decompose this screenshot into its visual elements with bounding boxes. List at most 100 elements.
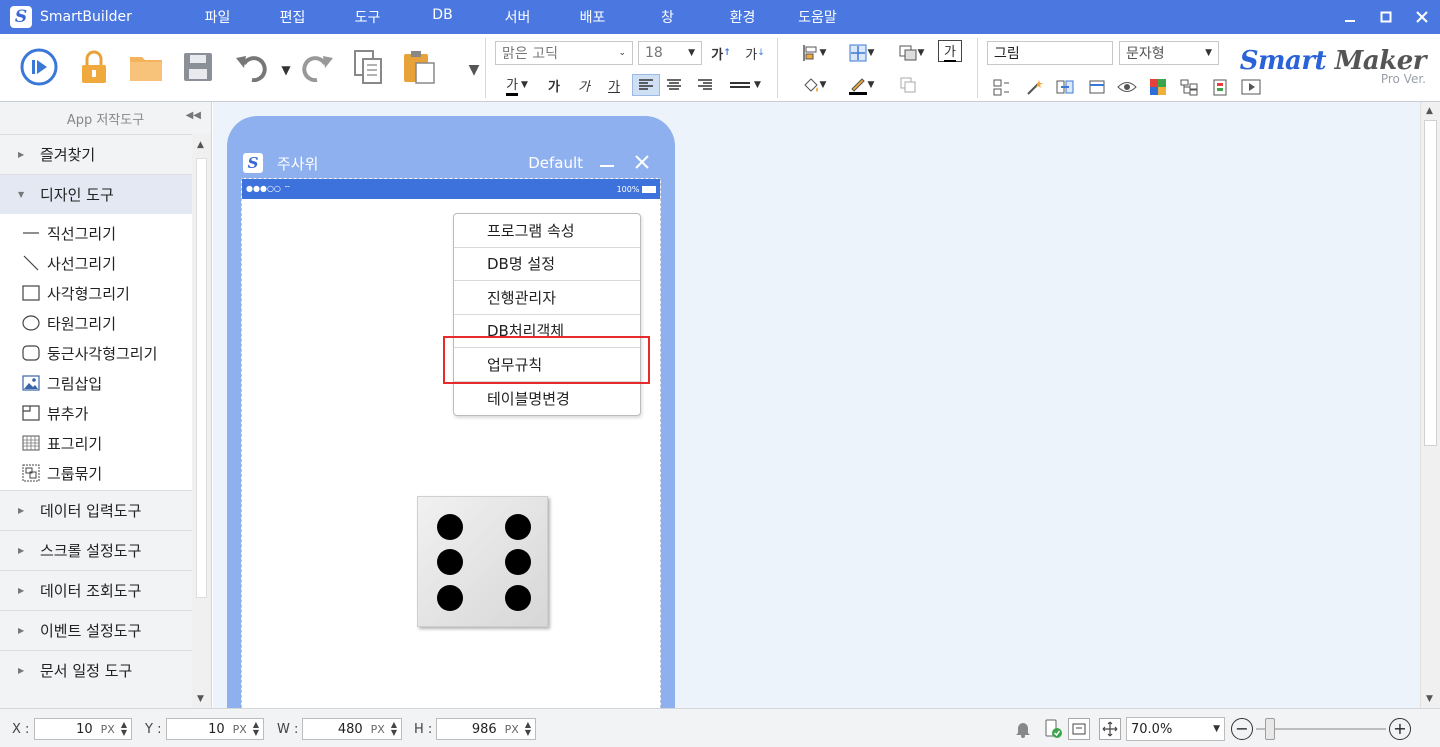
category-doc-schedule[interactable]: ▶ 문서 일정 도구 bbox=[0, 650, 192, 690]
menu-help[interactable]: 도움말 bbox=[780, 7, 855, 27]
design-canvas[interactable]: S 주사위 Default ●●●○○ ⌔ 100% 프로그램 속성 DB명 설… bbox=[213, 102, 1420, 708]
category-design-tools[interactable]: ▼ 디자인 도구 bbox=[0, 174, 192, 214]
x-input[interactable]: 10 PX ▲ ▼ bbox=[34, 718, 132, 740]
text-type-select[interactable]: 문자형 ▼ bbox=[1119, 41, 1219, 65]
menu-item-db-name[interactable]: DB명 설정 bbox=[454, 248, 640, 281]
font-shrink-button[interactable]: 가 ↓ bbox=[743, 42, 767, 64]
menu-deploy[interactable]: 배포 bbox=[555, 7, 630, 27]
collapse-panel-icon[interactable]: ◀◀ bbox=[186, 110, 201, 121]
phone-minimize-icon[interactable] bbox=[599, 154, 615, 172]
layout-button[interactable] bbox=[989, 76, 1013, 98]
spinner-icon[interactable]: ▲ ▼ bbox=[391, 721, 397, 737]
tool-group[interactable]: 그룹묶기 bbox=[0, 458, 192, 488]
save-button[interactable] bbox=[179, 48, 217, 86]
toolbar-more-button[interactable]: ▼ bbox=[462, 59, 486, 81]
menu-item-rename-table[interactable]: 테이블명변경 bbox=[454, 382, 640, 416]
paste-button[interactable] bbox=[400, 48, 438, 86]
screen-fit-button[interactable] bbox=[1068, 718, 1090, 740]
spinner-icon[interactable]: ▲ ▼ bbox=[121, 721, 127, 737]
italic-button[interactable]: 가 bbox=[572, 74, 596, 96]
scroll-up-icon[interactable]: ▲ bbox=[1426, 106, 1433, 116]
text-color-button[interactable]: 가 ▼ bbox=[498, 74, 536, 96]
category-data-input[interactable]: ▶ 데이터 입력도구 bbox=[0, 490, 192, 530]
align-center-button[interactable] bbox=[662, 74, 686, 96]
category-scroll-setting[interactable]: ▶ 스크롤 설정도구 bbox=[0, 530, 192, 570]
notification-button[interactable] bbox=[1012, 718, 1034, 740]
h-input[interactable]: 986 PX ▲ ▼ bbox=[436, 718, 536, 740]
zoom-out-button[interactable]: − bbox=[1231, 718, 1253, 740]
phone-close-icon[interactable] bbox=[635, 153, 649, 174]
canvas-scrollbar-thumb[interactable] bbox=[1424, 120, 1437, 446]
layer-button[interactable]: ▼ bbox=[890, 42, 932, 64]
dice-image[interactable] bbox=[417, 496, 548, 627]
component-button[interactable] bbox=[1208, 76, 1232, 98]
move-canvas-button[interactable] bbox=[1099, 718, 1121, 740]
category-event-setting[interactable]: ▶ 이벤트 설정도구 bbox=[0, 610, 192, 650]
close-button[interactable] bbox=[1404, 0, 1440, 34]
menu-item-business-rules[interactable]: 업무규칙 bbox=[454, 348, 640, 382]
scroll-up-icon[interactable]: ▲ bbox=[197, 140, 204, 150]
menu-window[interactable]: 창 bbox=[630, 7, 705, 27]
zoom-slider-knob[interactable] bbox=[1265, 718, 1275, 740]
canvas-scrollbar[interactable]: ▲ ▼ bbox=[1420, 102, 1440, 708]
tool-add-view[interactable]: 뷰추가 bbox=[0, 398, 192, 428]
scroll-down-icon[interactable]: ▼ bbox=[1426, 694, 1433, 704]
tool-rectangle[interactable]: 사각형그리기 bbox=[0, 278, 192, 308]
zoom-slider-track[interactable] bbox=[1256, 728, 1386, 730]
font-grow-button[interactable]: 가 ↑ bbox=[709, 42, 733, 64]
scroll-down-icon[interactable]: ▼ bbox=[197, 694, 204, 704]
fill-color-button[interactable]: ▼ bbox=[795, 74, 833, 96]
menu-edit[interactable]: 편집 bbox=[255, 7, 330, 27]
spinner-icon[interactable]: ▲ ▼ bbox=[525, 721, 531, 737]
shape-name-field[interactable]: 그림 bbox=[987, 41, 1113, 65]
undo-button[interactable] bbox=[233, 48, 271, 86]
font-family-select[interactable]: 맑은 고딕 ⌄ bbox=[495, 41, 633, 65]
align-left-button[interactable] bbox=[632, 74, 660, 96]
w-input[interactable]: 480 PX ▲ ▼ bbox=[302, 718, 402, 740]
underline-button[interactable]: 가 bbox=[602, 74, 626, 96]
tool-diagonal[interactable]: 사선그리기 bbox=[0, 248, 192, 278]
menu-item-progress-manager[interactable]: 진행관리자 bbox=[454, 281, 640, 315]
category-favorites[interactable]: ▶ 즐겨찾기 bbox=[0, 134, 192, 174]
device-check-button[interactable] bbox=[1042, 718, 1064, 740]
panel-scrollbar-thumb[interactable] bbox=[196, 158, 207, 598]
menu-file[interactable]: 파일 bbox=[180, 7, 255, 27]
hierarchy-button[interactable] bbox=[1177, 76, 1201, 98]
y-input[interactable]: 10 PX ▲ ▼ bbox=[166, 718, 264, 740]
menu-tools[interactable]: 도구 bbox=[330, 7, 405, 27]
arrange-button[interactable]: ▼ bbox=[795, 42, 833, 64]
align-right-button[interactable] bbox=[693, 74, 717, 96]
table-view-button[interactable] bbox=[1085, 76, 1109, 98]
position-button[interactable]: ▼ bbox=[840, 42, 882, 64]
menu-item-db-processor[interactable]: DB처리객체 bbox=[454, 315, 640, 348]
palette-button[interactable] bbox=[1146, 76, 1170, 98]
phone-screen[interactable]: ●●●○○ ⌔ 100% 프로그램 속성 DB명 설정 진행관리자 DB처리객체… bbox=[241, 178, 661, 708]
open-folder-button[interactable] bbox=[127, 48, 165, 86]
tool-table[interactable]: 표그리기 bbox=[0, 428, 192, 458]
lock-button[interactable] bbox=[75, 48, 113, 86]
magic-button[interactable] bbox=[1022, 76, 1046, 98]
text-box-button[interactable]: 가 bbox=[938, 40, 962, 62]
spinner-icon[interactable]: ▲ ▼ bbox=[253, 721, 259, 737]
phone-theme-label[interactable]: Default bbox=[528, 154, 583, 172]
panel-scrollbar[interactable]: ▲ ▼ bbox=[192, 134, 211, 708]
group-button[interactable] bbox=[896, 74, 920, 96]
menu-settings[interactable]: 환경 bbox=[705, 7, 780, 27]
zoom-in-button[interactable]: + bbox=[1389, 718, 1411, 740]
maximize-button[interactable] bbox=[1368, 0, 1404, 34]
bold-button[interactable]: 가 bbox=[542, 74, 566, 96]
undo-dropdown[interactable]: ▼ bbox=[274, 59, 298, 81]
tool-rounded-rectangle[interactable]: 둥근사각형그리기 bbox=[0, 338, 192, 368]
tool-line[interactable]: 직선그리기 bbox=[0, 218, 192, 248]
line-color-button[interactable]: ▼ bbox=[840, 74, 882, 96]
minimize-button[interactable] bbox=[1332, 0, 1368, 34]
preview-button[interactable] bbox=[1115, 76, 1139, 98]
copy-button[interactable] bbox=[349, 48, 387, 86]
menu-server[interactable]: 서버 bbox=[480, 7, 555, 27]
tool-ellipse[interactable]: 타원그리기 bbox=[0, 308, 192, 338]
line-style-button[interactable]: ▼ bbox=[724, 74, 766, 96]
redo-button[interactable] bbox=[298, 48, 336, 86]
zoom-select[interactable]: 70.0% ▼ bbox=[1126, 717, 1225, 741]
category-data-query[interactable]: ▶ 데이터 조회도구 bbox=[0, 570, 192, 610]
font-size-select[interactable]: 18 ▼ bbox=[638, 41, 702, 65]
